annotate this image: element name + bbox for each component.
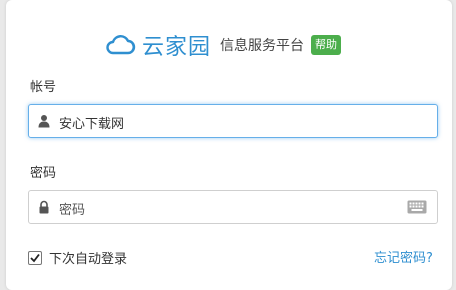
remember-label: 下次自动登录 <box>49 252 128 267</box>
brand-name: 云家园 <box>142 35 212 60</box>
brand-header: 云家园 信息服务平台 帮助 <box>104 30 342 60</box>
account-input[interactable]: 安心下载网 <box>59 113 124 132</box>
checkmark-icon <box>30 253 40 262</box>
help-button[interactable]: 帮助 <box>311 35 342 55</box>
remember-me[interactable]: 下次自动登录 <box>28 248 127 267</box>
brand-subtitle: 信息服务平台 <box>220 38 305 54</box>
lock-icon <box>39 200 49 214</box>
password-label: 密码 <box>30 166 57 181</box>
cloud-icon <box>106 35 136 55</box>
keyboard-icon[interactable] <box>407 200 427 214</box>
login-panel: 云家园 信息服务平台 帮助 帐号 安心下载网 密码 密码 下次自动登录 忘记密码… <box>6 0 452 290</box>
account-field[interactable]: 安心下载网 <box>28 104 438 138</box>
user-icon <box>38 115 50 128</box>
account-label: 帐号 <box>30 80 57 95</box>
forgot-password-link[interactable]: 忘记密码? <box>374 247 433 266</box>
password-field[interactable]: 密码 <box>28 190 438 224</box>
password-input[interactable]: 密码 <box>59 199 85 218</box>
remember-checkbox[interactable] <box>28 250 42 265</box>
